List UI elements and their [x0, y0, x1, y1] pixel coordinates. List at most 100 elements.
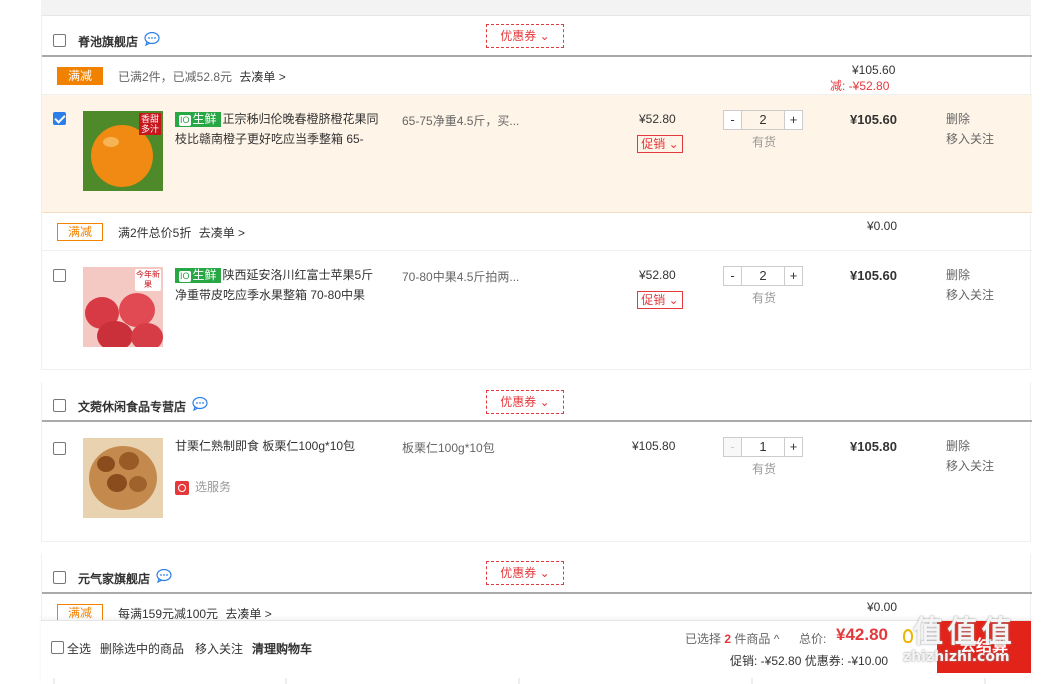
increment-button[interactable]: + — [785, 438, 802, 456]
unit-price: ¥52.80 — [639, 112, 676, 126]
coupon-button[interactable]: 优惠券 ⌄ — [486, 561, 564, 585]
chat-icon[interactable] — [192, 397, 208, 411]
service-label: 选服务 — [195, 480, 232, 494]
shop-card: 文菀休闲食品专营店 优惠券 ⌄ 甘栗仁熟制即食 板栗仁100g*10包 选服务 … — [41, 382, 1032, 542]
promo-text: 已满2件，已减52.8元 去凑单 > — [118, 68, 286, 85]
service-icon — [175, 480, 189, 495]
move-to-follow-link[interactable]: 移入关注 — [946, 285, 994, 305]
promo-link[interactable]: 去凑单 > — [239, 70, 285, 84]
promo-status: 每满159元减100元 — [118, 607, 219, 621]
image-badge: 今年新果 — [135, 269, 161, 291]
item-checkbox[interactable] — [53, 269, 66, 282]
increment-button[interactable]: + — [785, 111, 802, 129]
coupon-label: 优惠券 — [500, 395, 537, 409]
table-column-dividers — [53, 678, 986, 684]
item-checkbox[interactable] — [53, 112, 66, 125]
cart-item: 甘栗仁熟制即食 板栗仁100g*10包 选服务 板栗仁100g*10包 ¥105… — [42, 422, 1032, 540]
decrement-button[interactable]: - — [724, 438, 741, 456]
service-select[interactable]: 选服务 — [175, 478, 231, 495]
promo-select-label: 促销 — [641, 137, 666, 151]
product-title[interactable]: 甘栗仁熟制即食 板栗仁100g*10包 — [175, 436, 385, 456]
selected-suffix: 件商品 — [734, 632, 771, 646]
quantity-stepper: - 2 + — [723, 110, 803, 130]
group-discount: 减: -¥52.80 — [830, 79, 890, 93]
quantity-input[interactable]: 2 — [741, 111, 785, 129]
group-total: ¥105.60 — [852, 63, 896, 77]
move-to-follow-link[interactable]: 移入关注 — [946, 129, 994, 149]
product-title[interactable]: IO 生鲜 陕西延安洛川红富士苹果5斤净重带皮吃应季水果整箱 70-80中果 — [175, 265, 385, 305]
coupon-label: 优惠券 — [500, 29, 537, 43]
promo-tag: 满减 — [57, 223, 103, 241]
chat-icon[interactable] — [144, 32, 160, 46]
shop-name[interactable]: 元气家旗舰店 — [78, 570, 150, 587]
price-breakdown: 促销: -¥52.80 优惠券: -¥10.00 — [730, 654, 889, 668]
quantity-input[interactable]: 2 — [741, 267, 785, 285]
quantity-input[interactable]: 1 — [741, 438, 785, 456]
promo-link[interactable]: 去凑单 > — [225, 607, 271, 621]
image-badge: 香甜多汁 — [139, 113, 161, 135]
selected-count: 2 — [724, 632, 732, 646]
cart-item: 香甜多汁 IO 生鲜 正宗秭归伦晚春橙脐橙花果同枝比赣南橙子更好吃应当季整箱 65-… — [42, 95, 1032, 213]
delete-link[interactable]: 删除 — [946, 109, 970, 129]
chat-icon[interactable] — [156, 569, 172, 583]
promo-select[interactable]: 促销 ⌄ — [637, 135, 683, 153]
item-subtotal: ¥105.60 — [850, 268, 897, 283]
promo-link[interactable]: 去凑单 > — [199, 226, 245, 240]
chevron-down-icon: ⌄ — [539, 29, 550, 43]
delete-selected-link[interactable]: 删除选中的商品 — [100, 640, 184, 657]
decrement-button[interactable]: - — [724, 267, 741, 285]
total-price: ¥42.80 — [836, 625, 888, 644]
chevron-down-icon: ⌄ — [539, 395, 550, 409]
coupon-button[interactable]: 优惠券 ⌄ — [486, 390, 564, 414]
stock-status: 有货 — [752, 135, 777, 149]
coupon-button[interactable]: 优惠券 ⌄ — [486, 24, 564, 48]
stock-status: 有货 — [752, 462, 777, 476]
shop-header: 脊池旗舰店 优惠券 ⌄ — [42, 16, 1032, 58]
selected-summary[interactable]: 已选择 2 件商品 ^ — [685, 630, 779, 647]
unit-price: ¥105.80 — [632, 439, 676, 453]
chevron-down-icon: ⌄ — [668, 293, 679, 307]
product-spec[interactable]: 70-80中果4.5斤拍两... — [402, 268, 542, 285]
promo-select[interactable]: 促销 ⌄ — [637, 291, 683, 309]
promo-row: 满减 满2件总价5折 去凑单 > ¥0.00 — [42, 213, 1032, 251]
item-subtotal: ¥105.60 — [850, 112, 897, 127]
shop-header: 文菀休闲食品专营店 优惠券 ⌄ — [42, 382, 1032, 424]
delete-link[interactable]: 删除 — [946, 265, 970, 285]
move-follow-link[interactable]: 移入关注 — [195, 640, 243, 657]
product-title[interactable]: IO 生鲜 正宗秭归伦晚春橙脐橙花果同枝比赣南橙子更好吃应当季整箱 65- — [175, 109, 385, 149]
promo-status: 已满2件，已减52.8元 — [118, 70, 233, 84]
shop-checkbox[interactable] — [53, 399, 66, 412]
shop-card: 元气家旗舰店 优惠券 ⌄ 满减 每满159元减100元 去凑单 > ¥0.00 — [41, 554, 1032, 624]
group-total: ¥0.00 — [867, 600, 898, 614]
fresh-label: 生鲜 — [192, 112, 217, 127]
product-image[interactable]: 香甜多汁 — [83, 111, 163, 191]
selected-prefix: 已选择 — [685, 632, 722, 646]
decrement-button[interactable]: - — [724, 111, 741, 129]
promo-row: 满减 已满2件，已减52.8元 去凑单 > ¥105.60 减: -¥52.80 — [42, 57, 1032, 95]
product-spec[interactable]: 板栗仁100g*10包 — [402, 439, 542, 456]
item-checkbox[interactable] — [53, 442, 66, 455]
shop-checkbox[interactable] — [53, 34, 66, 47]
product-spec[interactable]: 65-75净重4.5斤，买... — [402, 112, 542, 129]
select-all-checkbox[interactable] — [51, 641, 64, 654]
leaf-icon: IO — [179, 115, 191, 127]
increment-button[interactable]: + — [785, 267, 802, 285]
shop-name[interactable]: 文菀休闲食品专营店 — [78, 398, 186, 415]
delete-link[interactable]: 删除 — [946, 436, 970, 456]
shop-header: 元气家旗舰店 优惠券 ⌄ — [42, 554, 1032, 596]
move-to-follow-link[interactable]: 移入关注 — [946, 456, 994, 476]
unit-price: ¥52.80 — [639, 268, 676, 282]
shop-name[interactable]: 脊池旗舰店 — [78, 33, 138, 50]
promo-select-label: 促销 — [641, 293, 666, 307]
group-total: ¥0.00 — [867, 219, 898, 233]
shop-checkbox[interactable] — [53, 571, 66, 584]
product-image[interactable] — [83, 438, 163, 518]
promo-text: 满2件总价5折 去凑单 > — [118, 224, 245, 241]
product-image[interactable]: 今年新果 — [83, 267, 163, 347]
select-all-label[interactable]: 全选 — [67, 640, 91, 657]
quantity-stepper: - 1 + — [723, 437, 803, 457]
watermark-url: zhizhizhi.com — [903, 649, 1010, 665]
lightbulb-icon[interactable] — [903, 629, 913, 643]
clear-cart-link[interactable]: 清理购物车 — [252, 640, 312, 657]
shop-card: 脊池旗舰店 优惠券 ⌄ 满减 已满2件，已减52.8元 去凑单 > ¥105.6… — [41, 16, 1032, 370]
